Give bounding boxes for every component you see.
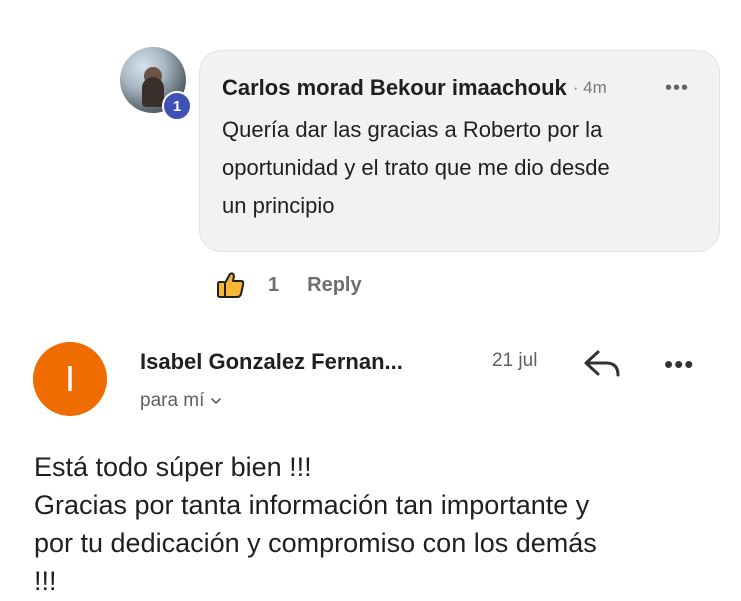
avatar-figure (142, 77, 164, 107)
email-avatar[interactable]: I (33, 342, 107, 416)
thumbs-up-icon[interactable] (216, 270, 246, 300)
comment-bubble: Carlos morad Bekour imaachouk · 4m ••• Q… (199, 50, 720, 252)
like-count: 1 (268, 273, 280, 296)
comment-line: Quería dar las gracias a Roberto por la (222, 117, 603, 142)
comment-text: Quería dar las gracias a Roberto por la … (222, 111, 692, 225)
email-date: 21 jul (492, 350, 538, 371)
comment-more-icon[interactable]: ••• (665, 77, 689, 100)
comment-header: Carlos morad Bekour imaachouk · 4m ••• (222, 73, 697, 103)
email-line: Está todo súper bien !!! (34, 452, 312, 482)
reply-arrow-icon[interactable] (582, 346, 622, 380)
email-line: por tu dedicación y compromiso con los d… (34, 528, 597, 558)
comment-line: un principio (222, 193, 335, 218)
avatar-badge: 1 (162, 91, 192, 121)
comment-author[interactable]: Carlos morad Bekour imaachouk (222, 75, 567, 101)
email-line: !!! (34, 566, 57, 596)
email-line: Gracias por tanta información tan import… (34, 490, 590, 520)
comment-actions: 1 Reply (216, 270, 362, 300)
email-body: Está todo súper bien !!! Gracias por tan… (34, 448, 714, 600)
chevron-down-icon (211, 398, 222, 404)
recipient-label: para mí (140, 390, 205, 411)
recipient-toggle[interactable]: para mí (140, 390, 222, 412)
more-horizontal-icon[interactable]: ••• (664, 349, 694, 380)
reply-link[interactable]: Reply (307, 274, 361, 297)
sender-name[interactable]: Isabel Gonzalez Fernan... (140, 349, 403, 375)
comment-line: oportunidad y el trato que me dio desde (222, 155, 610, 180)
comment-timestamp: · 4m (572, 78, 607, 97)
